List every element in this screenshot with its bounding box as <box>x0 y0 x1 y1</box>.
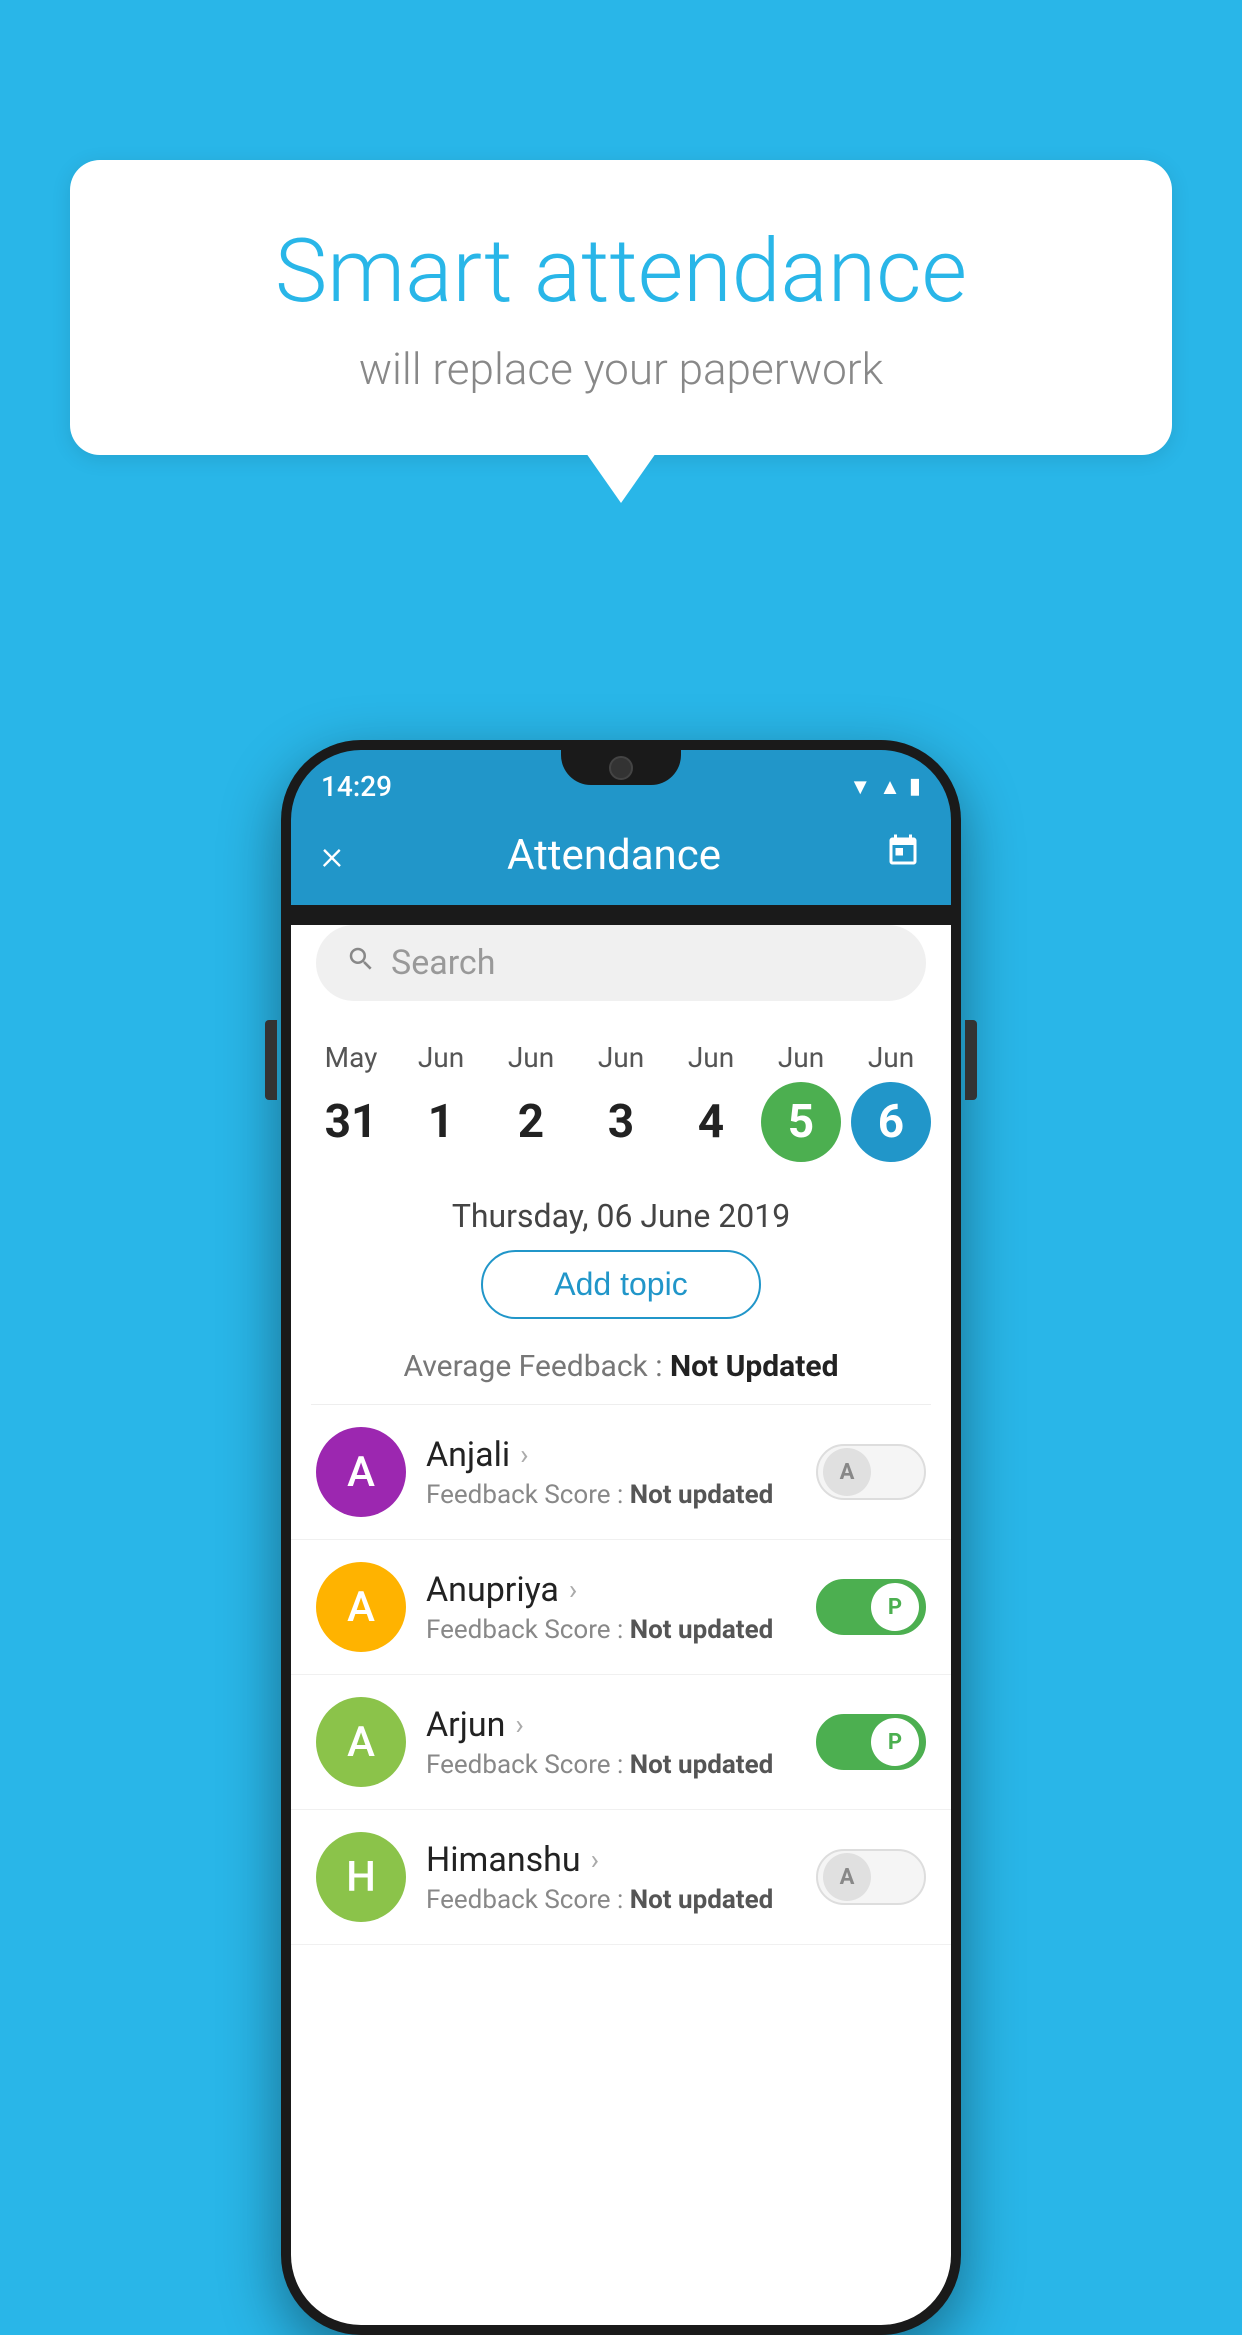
student-name: Himanshu › <box>426 1840 796 1880</box>
student-info: Arjun › Feedback Score : Not updated <box>426 1705 796 1780</box>
calendar-day-5[interactable]: Jun 5 <box>756 1031 846 1172</box>
phone-notch <box>561 750 681 785</box>
speech-bubble-tail <box>586 453 656 503</box>
search-placeholder: Search <box>391 943 495 983</box>
volume-button-right <box>965 1020 977 1100</box>
status-time: 14:29 <box>321 770 392 803</box>
student-avatar: H <box>316 1832 406 1922</box>
close-button[interactable]: × <box>321 831 343 880</box>
bubble-subtitle: will replace your paperwork <box>150 343 1092 395</box>
calendar-month-label: Jun <box>688 1041 734 1074</box>
toggle-thumb: P <box>871 1583 919 1631</box>
toggle-switch[interactable]: A <box>816 1849 926 1905</box>
bubble-title: Smart attendance <box>150 220 1092 323</box>
student-name: Arjun › <box>426 1705 796 1745</box>
student-name: Anjali › <box>426 1435 796 1475</box>
student-feedback: Feedback Score : Not updated <box>426 1885 796 1915</box>
add-topic-button[interactable]: Add topic <box>481 1250 761 1319</box>
student-feedback: Feedback Score : Not updated <box>426 1480 796 1510</box>
screen-content: Search May 31 Jun 1 Jun 2 Jun 3 Jun 4 Jun 5 Jun 6 Thu… <box>291 925 951 2325</box>
calendar-day-3[interactable]: Jun 3 <box>576 1031 666 1172</box>
chevron-right-icon: › <box>515 1708 523 1741</box>
calendar-month-label: Jun <box>868 1041 914 1074</box>
student-row[interactable]: A Anjali › Feedback Score : Not updated A <box>291 1405 951 1540</box>
calendar-day-4[interactable]: Jun 4 <box>666 1031 756 1172</box>
calendar-day-6[interactable]: Jun 6 <box>846 1031 936 1172</box>
student-row[interactable]: A Anupriya › Feedback Score : Not updated P <box>291 1540 951 1675</box>
calendar-day-2[interactable]: Jun 2 <box>486 1031 576 1172</box>
calendar-month-label: Jun <box>778 1041 824 1074</box>
calendar-date-number: 6 <box>851 1082 931 1162</box>
chevron-right-icon: › <box>520 1438 528 1471</box>
avg-feedback-label: Average Feedback : <box>404 1349 663 1384</box>
average-feedback: Average Feedback : Not Updated <box>291 1339 951 1404</box>
date-header: Thursday, 06 June 2019 <box>291 1172 951 1250</box>
student-avatar: A <box>316 1697 406 1787</box>
phone-camera <box>609 756 633 780</box>
attendance-toggle[interactable]: P <box>816 1579 926 1635</box>
phone-frame: 14:29 ▼ ▲ ▮ × Attendance <box>281 740 961 2335</box>
signal-icon: ▲ <box>879 774 901 800</box>
app-bar: × Attendance <box>291 811 951 905</box>
chevron-right-icon: › <box>591 1843 599 1876</box>
calendar-date-number: 5 <box>761 1082 841 1162</box>
attendance-toggle[interactable]: A <box>816 1444 926 1500</box>
search-icon <box>346 944 376 982</box>
student-avatar: A <box>316 1562 406 1652</box>
calendar-day-31[interactable]: May 31 <box>306 1031 396 1172</box>
avg-feedback-value: Not Updated <box>670 1349 839 1384</box>
calendar-icon[interactable] <box>885 833 921 878</box>
status-icons: ▼ ▲ ▮ <box>849 774 921 800</box>
phone-container: 14:29 ▼ ▲ ▮ × Attendance <box>281 740 961 2335</box>
student-info: Himanshu › Feedback Score : Not updated <box>426 1840 796 1915</box>
toggle-thumb: A <box>823 1448 871 1496</box>
toggle-switch[interactable]: P <box>816 1579 926 1635</box>
student-feedback: Feedback Score : Not updated <box>426 1750 796 1780</box>
calendar-strip: May 31 Jun 1 Jun 2 Jun 3 Jun 4 Jun 5 Jun 6 <box>291 1021 951 1172</box>
speech-bubble-container: Smart attendance will replace your paper… <box>70 160 1172 503</box>
calendar-date-number: 2 <box>491 1082 571 1162</box>
toggle-switch[interactable]: A <box>816 1444 926 1500</box>
calendar-day-1[interactable]: Jun 1 <box>396 1031 486 1172</box>
attendance-toggle[interactable]: A <box>816 1849 926 1905</box>
speech-bubble: Smart attendance will replace your paper… <box>70 160 1172 455</box>
student-row[interactable]: H Himanshu › Feedback Score : Not updated A <box>291 1810 951 1945</box>
calendar-date-number: 1 <box>401 1082 481 1162</box>
toggle-thumb: P <box>871 1718 919 1766</box>
student-avatar: A <box>316 1427 406 1517</box>
student-info: Anupriya › Feedback Score : Not updated <box>426 1570 796 1645</box>
attendance-toggle[interactable]: P <box>816 1714 926 1770</box>
student-name: Anupriya › <box>426 1570 796 1610</box>
student-info: Anjali › Feedback Score : Not updated <box>426 1435 796 1510</box>
student-row[interactable]: A Arjun › Feedback Score : Not updated P <box>291 1675 951 1810</box>
calendar-month-label: Jun <box>418 1041 464 1074</box>
calendar-month-label: Jun <box>508 1041 554 1074</box>
battery-icon: ▮ <box>909 774 921 799</box>
search-bar[interactable]: Search <box>316 925 926 1001</box>
chevron-right-icon: › <box>569 1573 577 1606</box>
calendar-month-label: May <box>325 1041 378 1074</box>
toggle-thumb: A <box>823 1853 871 1901</box>
toggle-switch[interactable]: P <box>816 1714 926 1770</box>
phone-screen: 14:29 ▼ ▲ ▮ × Attendance <box>291 750 951 2325</box>
student-feedback: Feedback Score : Not updated <box>426 1615 796 1645</box>
calendar-date-number: 3 <box>581 1082 661 1162</box>
student-list: AAnjali ›Feedback Score : Not updatedAAA… <box>291 1405 951 1945</box>
wifi-icon: ▼ <box>849 774 871 800</box>
app-bar-title: Attendance <box>507 831 721 880</box>
calendar-date-number: 31 <box>311 1082 391 1162</box>
volume-button-left <box>265 1020 277 1100</box>
calendar-date-number: 4 <box>671 1082 751 1162</box>
calendar-month-label: Jun <box>598 1041 644 1074</box>
